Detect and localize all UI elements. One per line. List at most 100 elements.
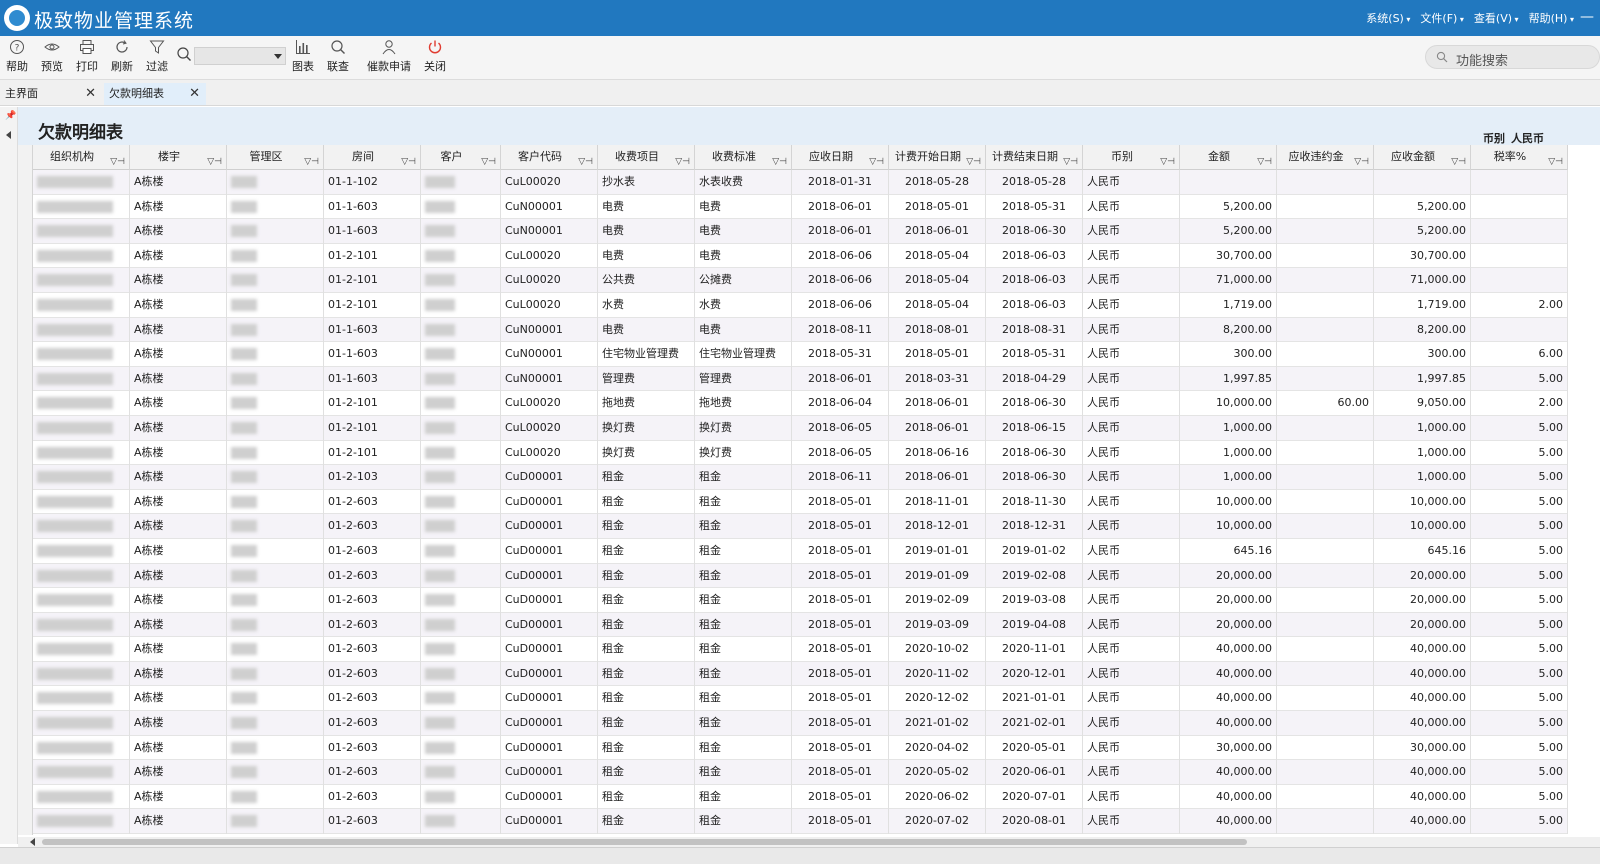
horizontal-scrollbar[interactable] (18, 837, 1600, 847)
cell-tax-rate (1471, 317, 1568, 343)
column-header-amount[interactable]: 金额 ▽⊣ (1180, 145, 1277, 170)
column-filter-icon[interactable]: ▽⊣ (1160, 150, 1175, 170)
redacted-block (425, 766, 455, 779)
column-filter-icon[interactable]: ▽⊣ (1548, 150, 1563, 170)
table-row[interactable]: A栋楼 01-2-101 CuL00020 电费 电费 2018-06-06 2018-05… (33, 243, 1568, 269)
linked-query-button[interactable]: 联查 (321, 39, 355, 74)
cell-receivable: 40,000.00 (1374, 809, 1471, 835)
cell-room: 01-2-603 (324, 711, 421, 736)
column-filter-icon[interactable]: ▽⊣ (110, 150, 125, 170)
minimize-button[interactable]: — (1580, 9, 1594, 25)
refresh-button[interactable]: 刷新 (105, 39, 139, 74)
table-row[interactable]: A栋楼 01-2-103 CuD00001 租金 租金 2018-06-11 2018-06… (33, 465, 1568, 490)
help-button[interactable]: ? 帮助 (0, 39, 34, 74)
column-filter-icon[interactable]: ▽⊣ (401, 150, 416, 170)
cell-building: A栋楼 (130, 809, 227, 835)
table-row[interactable]: A栋楼 01-2-603 CuD00001 租金 租金 2018-05-01 2018-11… (33, 489, 1568, 515)
table-row[interactable]: A栋楼 01-2-101 CuL00020 公共费 公摊费 2018-06-06 2018-… (33, 268, 1568, 293)
column-header-tax-rate[interactable]: 税率% ▽⊣ (1471, 145, 1568, 170)
table-row[interactable]: A栋楼 01-2-101 CuL00020 水费 水费 2018-06-06 2018-05… (33, 292, 1568, 318)
table-row[interactable]: A栋楼 01-2-603 CuD00001 租金 租金 2018-05-01 2020-12… (33, 686, 1568, 712)
table-row[interactable]: A栋楼 01-2-101 CuL00020 拖地费 拖地费 2018-06-04 2018-… (33, 391, 1568, 416)
filter-button[interactable]: 过滤 (140, 39, 174, 74)
redacted-block (425, 520, 455, 533)
table-row[interactable]: A栋楼 01-2-603 CuD00001 租金 租金 2018-05-01 2019-01… (33, 538, 1568, 564)
collapse-arrow-icon[interactable] (6, 131, 11, 139)
cell-charge-standard: 住宅物业管理费 (695, 342, 792, 367)
column-filter-icon[interactable]: ▽⊣ (966, 150, 981, 170)
column-filter-icon[interactable]: ▽⊣ (1063, 150, 1078, 170)
filter-scheme-combo[interactable] (194, 47, 286, 65)
column-filter-icon[interactable]: ▽⊣ (578, 150, 593, 170)
column-filter-icon[interactable]: ▽⊣ (869, 150, 884, 170)
preview-button[interactable]: 预览 (35, 39, 69, 74)
cell-room: 01-2-603 (324, 538, 421, 564)
tab-arrears-detail[interactable]: 欠款明细表 ✕ (104, 83, 206, 105)
table-row[interactable]: A栋楼 01-2-603 CuD00001 租金 租金 2018-05-01 2020-04… (33, 735, 1568, 761)
column-filter-icon[interactable]: ▽⊣ (1257, 150, 1272, 170)
close-icon[interactable]: ✕ (85, 83, 96, 105)
column-filter-icon[interactable]: ▽⊣ (207, 150, 222, 170)
column-header-room[interactable]: 房间 ▽⊣ (324, 145, 421, 170)
table-row[interactable]: A栋楼 01-1-102 CuL00020 抄水表 水表收费 2018-01-31 2018… (33, 170, 1568, 195)
chevron-down-icon[interactable] (274, 54, 282, 59)
cell-receivable: 1,000.00 (1374, 440, 1471, 466)
dunning-request-button[interactable]: 催款申请 (366, 39, 412, 74)
table-row[interactable]: A栋楼 01-2-603 CuD00001 租金 租金 2018-05-01 2020-10… (33, 637, 1568, 662)
chart-button[interactable]: 图表 (286, 39, 320, 74)
table-row[interactable]: A栋楼 01-2-603 CuD00001 租金 租金 2018-05-01 2020-07… (33, 809, 1568, 835)
column-header-penalty[interactable]: 应收违约金 ▽⊣ (1277, 145, 1374, 170)
column-filter-icon[interactable]: ▽⊣ (481, 150, 496, 170)
table-row[interactable]: A栋楼 01-1-603 CuN00001 住宅物业管理费 住宅物业管理费 2018-05… (33, 342, 1568, 367)
close-icon[interactable]: ✕ (189, 83, 200, 105)
column-header-building[interactable]: 楼宇 ▽⊣ (130, 145, 227, 170)
column-filter-icon[interactable]: ▽⊣ (1451, 150, 1466, 170)
table-row[interactable]: A栋楼 01-2-101 CuL00020 换灯费 换灯费 2018-06-05 2018-… (33, 415, 1568, 441)
close-button[interactable]: 关闭 (418, 39, 452, 74)
column-header-receivable[interactable]: 应收金额 ▽⊣ (1374, 145, 1471, 170)
column-header-billing-end[interactable]: 计费结束日期 ▽⊣ (986, 145, 1083, 170)
table-row[interactable]: A栋楼 01-2-603 CuD00001 租金 租金 2018-05-01 2019-01… (33, 563, 1568, 589)
function-search-input[interactable]: 功能搜索 (1425, 45, 1600, 69)
table-row[interactable]: A栋楼 01-2-603 CuD00001 租金 租金 2018-05-01 2020-11… (33, 661, 1568, 687)
column-filter-icon[interactable]: ▽⊣ (304, 150, 319, 170)
table-row[interactable]: A栋楼 01-2-603 CuD00001 租金 租金 2018-05-01 2019-02… (33, 588, 1568, 613)
tab-main[interactable]: 主界面 ✕ (0, 83, 102, 105)
column-filter-icon[interactable]: ▽⊣ (675, 150, 690, 170)
table-row[interactable]: A栋楼 01-2-603 CuD00001 租金 租金 2018-05-01 2018-12… (33, 514, 1568, 539)
table-row[interactable]: A栋楼 01-2-603 CuD00001 租金 租金 2018-05-01 2020-05… (33, 760, 1568, 785)
search-icon[interactable] (176, 46, 192, 62)
menu-file[interactable]: 文件(F) (1420, 10, 1463, 26)
table-row[interactable]: A栋楼 01-1-603 CuN00001 电费 电费 2018-06-01 2018-05… (33, 194, 1568, 220)
column-header-mgmt-area[interactable]: 管理区 ▽⊣ (227, 145, 324, 170)
menu-help[interactable]: 帮助(H) (1529, 10, 1574, 26)
column-header-org[interactable]: 组织机构 ▽⊣ (33, 145, 130, 170)
cell-charge-standard: 电费 (695, 317, 792, 343)
cell-receivable: 20,000.00 (1374, 612, 1471, 638)
scroll-left-icon[interactable] (30, 838, 35, 846)
menu-system[interactable]: 系统(S) (1366, 10, 1410, 26)
table-row[interactable]: A栋楼 01-1-603 CuN00001 电费 电费 2018-06-01 2018-06… (33, 219, 1568, 244)
pin-icon[interactable]: 📌 (5, 111, 16, 121)
table-row[interactable]: A栋楼 01-2-603 CuD00001 租金 租金 2018-05-01 2019-03… (33, 612, 1568, 638)
table-row[interactable]: A栋楼 01-2-603 CuD00001 租金 租金 2018-05-01 2021-01… (33, 711, 1568, 736)
column-header-customer[interactable]: 客户 ▽⊣ (421, 145, 501, 170)
column-filter-icon[interactable]: ▽⊣ (772, 150, 787, 170)
column-header-due-date[interactable]: 应收日期 ▽⊣ (792, 145, 889, 170)
column-header-billing-start[interactable]: 计费开始日期 ▽⊣ (889, 145, 986, 170)
column-header-charge-standard[interactable]: 收费标准 ▽⊣ (695, 145, 792, 170)
scrollbar-thumb[interactable] (42, 839, 1247, 845)
column-header-charge-item[interactable]: 收费项目 ▽⊣ (598, 145, 695, 170)
column-filter-icon[interactable]: ▽⊣ (1354, 150, 1369, 170)
table-row[interactable]: A栋楼 01-2-101 CuL00020 换灯费 换灯费 2018-06-05 2018-… (33, 440, 1568, 466)
table-row[interactable]: A栋楼 01-2-603 CuD00001 租金 租金 2018-05-01 2020-06… (33, 784, 1568, 810)
column-header-currency[interactable]: 币别 ▽⊣ (1083, 145, 1180, 170)
cell-room: 01-2-603 (324, 588, 421, 613)
redacted-block (37, 643, 113, 656)
cell-amount: 20,000.00 (1180, 588, 1277, 613)
table-row[interactable]: A栋楼 01-1-603 CuN00001 管理费 管理费 2018-06-01 2018-… (33, 366, 1568, 392)
print-button[interactable]: 打印 (70, 39, 104, 74)
table-row[interactable]: A栋楼 01-1-603 CuN00001 电费 电费 2018-08-11 2018-08… (33, 317, 1568, 343)
menu-view[interactable]: 查看(V) (1474, 10, 1519, 26)
column-header-customer-code[interactable]: 客户代码 ▽⊣ (501, 145, 598, 170)
